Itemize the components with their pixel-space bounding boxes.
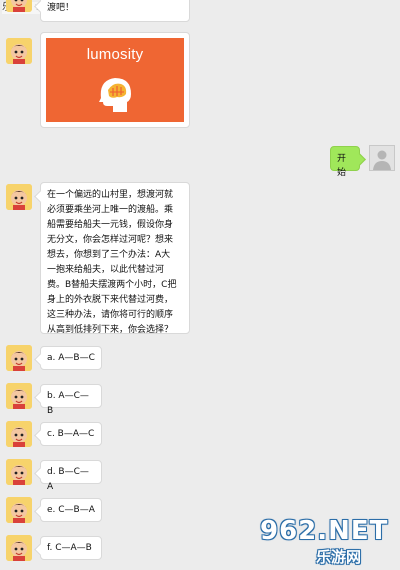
bot-avatar[interactable] [6,421,32,447]
question-bubble: 在一个偏远的山村里，想渡河就 必须要乘坐河上唯一的渡船。乘 船需要给船夫一元钱，… [40,182,190,335]
question-line: 这三种办法，请你将可行的顺序 [47,310,174,320]
message-text: 渡吧！ [47,3,75,13]
option-d[interactable]: d. B—C—A [40,460,102,492]
question-line: 必须要乘坐河上唯一的渡船。乘 [47,205,174,215]
bot-avatar[interactable] [6,535,32,561]
brain-head-icon [99,78,131,112]
cartoon-avatar-icon [6,535,32,561]
option-label: d. B—C—A [47,467,89,492]
user-message-bubble: 开始 [330,146,360,178]
option-f[interactable]: f. C—A—B [40,536,102,560]
cartoon-avatar-icon [6,38,32,64]
option-a[interactable]: a. A—B—C [40,346,102,370]
watermark-bottom: 962.NET 乐游网 [260,516,396,566]
question-line: 费。B替船夫摆渡两个小时，C把 [47,280,177,290]
bot-avatar[interactable] [6,38,32,64]
watermark-brand: 962.NET [260,516,389,546]
bot-avatar[interactable] [6,0,32,12]
bot-avatar[interactable] [6,383,32,409]
question-line: 想去，你想到了三个办法：A大 [47,250,171,260]
default-user-icon [370,146,394,170]
question-line: 无分文，你会怎样过河呢？想来 [47,235,174,245]
bot-avatar[interactable] [6,184,32,210]
lumosity-banner: lumosity [46,38,184,122]
question-line: 从高到低排列下来，你会选择？ [47,325,174,335]
bot-avatar[interactable] [6,497,32,523]
chat-window: 乐游网 www.962.net 渡吧！ lumosity [0,0,400,570]
cartoon-avatar-icon [6,421,32,447]
user-avatar[interactable] [369,145,395,171]
cartoon-avatar-icon [6,0,32,12]
question-line: 在一个偏远的山村里，想渡河就 [47,190,174,200]
cartoon-avatar-icon [6,497,32,523]
message-bubble: 渡吧！ [40,0,190,22]
cartoon-avatar-icon [6,345,32,371]
question-line: 船需要给船夫一元钱，假设你身 [47,220,174,230]
message-text: 开始 [337,154,347,178]
option-label: c. B—A—C [47,429,95,439]
option-label: b. A—C—B [47,391,89,416]
option-e[interactable]: e. C—B—A [40,498,102,522]
option-label: f. C—A—B [47,543,92,553]
cartoon-avatar-icon [6,383,32,409]
watermark-name: 乐游网 [316,548,362,566]
bot-avatar[interactable] [6,345,32,371]
option-label: e. C—B—A [47,505,95,515]
lumosity-logo-text: lumosity [86,46,144,63]
cartoon-avatar-icon [6,459,32,485]
option-b[interactable]: b. A—C—B [40,384,102,416]
question-line: 身上的外衣脱下来代替过河费， [47,295,174,305]
option-c[interactable]: c. B—A—C [40,422,102,446]
question-line: 一抱来给船夫，以此代替过河 [47,265,165,275]
bot-avatar[interactable] [6,459,32,485]
image-message[interactable]: lumosity [40,32,190,128]
option-label: a. A—B—C [47,353,95,363]
cartoon-avatar-icon [6,184,32,210]
